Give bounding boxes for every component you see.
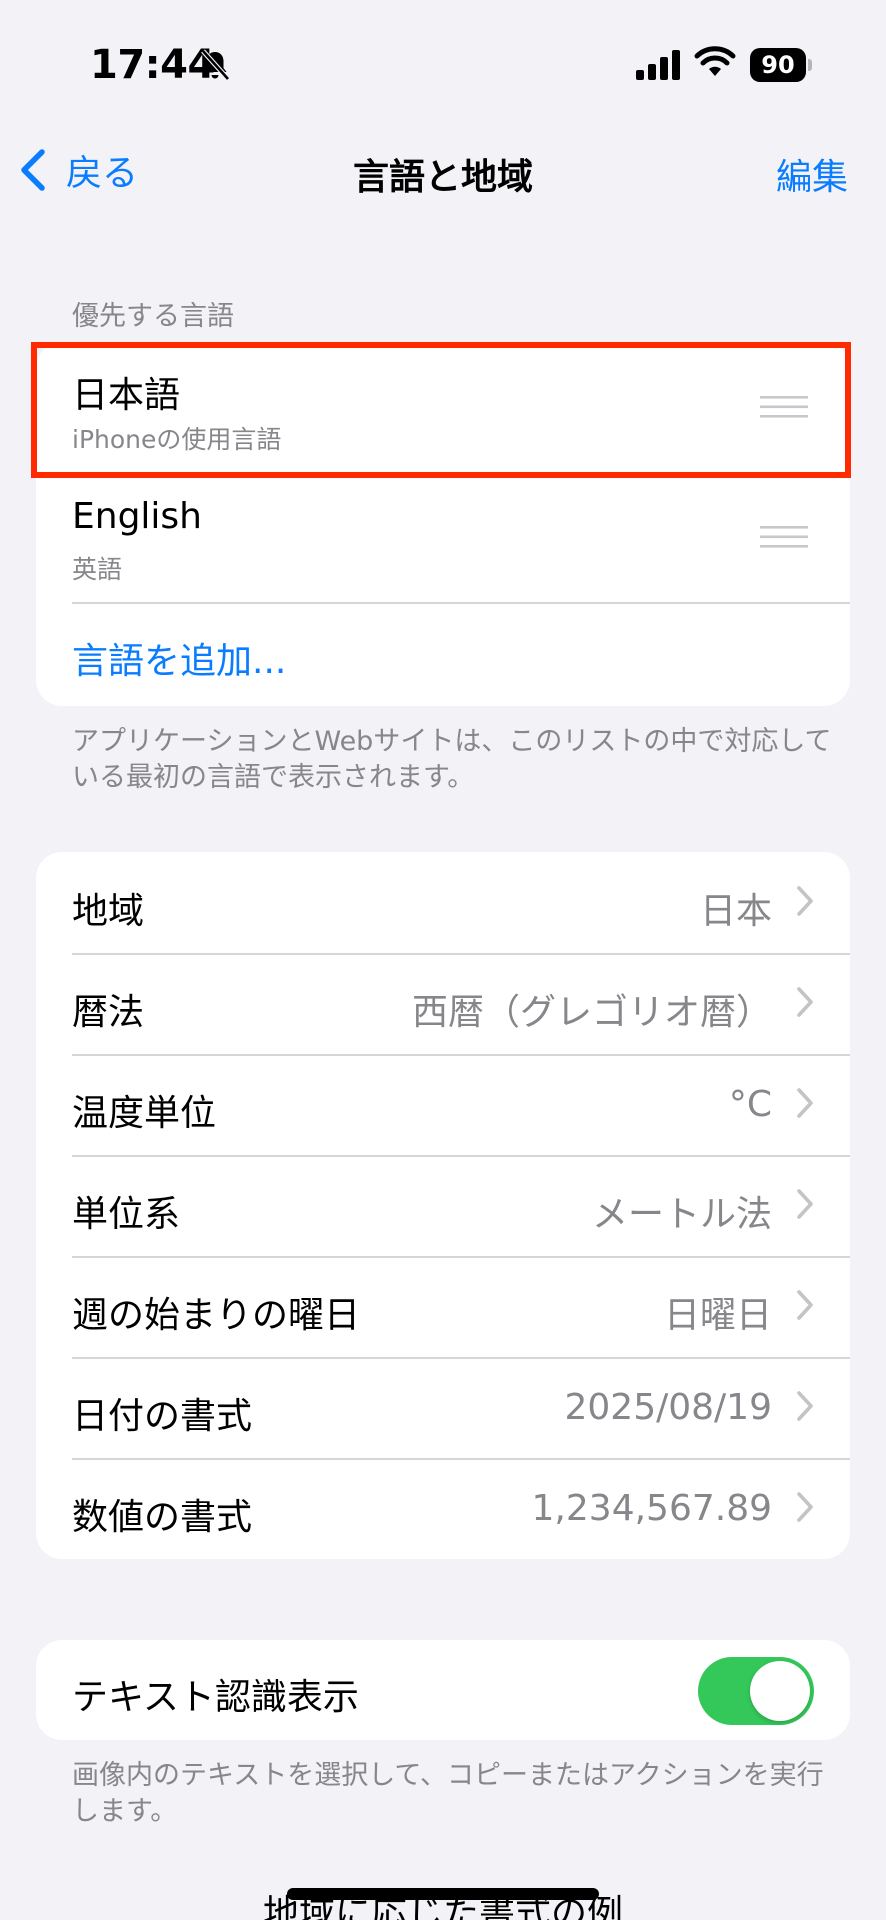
setting-value: 日本 [699,891,772,932]
cellular-signal-icon [636,50,680,80]
setting-value: 2025/08/19 [564,1387,773,1428]
chevron-right-icon [797,1189,813,1219]
language-subtitle: 英語 [72,555,123,584]
chevron-right-icon [797,1290,813,1320]
language-region-screen: 17:44 90 言語と地域 戻る 編集 優先する言語 日本語 iPhoneの使… [0,0,886,1920]
chevron-right-icon [797,1088,813,1118]
home-indicator [287,1888,599,1900]
status-bar: 17:44 90 [0,0,886,130]
chevron-right-icon [797,987,813,1017]
chevron-right-icon [797,1391,813,1421]
highlight-annotation [31,342,851,478]
live-text-label: テキスト認識表示 [72,1677,359,1718]
battery-level: 90 [750,48,806,82]
settings-row-calendar[interactable]: 暦法 西暦（グレゴリオ暦） [36,953,850,1054]
setting-label: 地域 [72,891,145,932]
settings-row-measurement[interactable]: 単位系 メートル法 [36,1155,850,1256]
battery-indicator: 90 [750,48,812,82]
setting-value: メートル法 [591,1194,772,1235]
chevron-right-icon [797,1492,813,1522]
toggle-knob [750,1661,810,1721]
language-name: English [72,496,202,537]
bell-slash-icon [201,49,230,81]
preferred-languages-header: 優先する言語 [72,301,234,332]
setting-label: 温度単位 [72,1093,217,1134]
live-text-group: テキスト認識表示 [36,1640,850,1740]
add-language-row[interactable]: 言語を追加... [36,602,850,706]
chevron-left-icon [21,149,45,191]
wifi-icon [694,46,736,76]
live-text-row: テキスト認識表示 [36,1640,850,1740]
live-text-footer: 画像内のテキストを選択して、コピーまたはアクションを実行します。 [72,1760,824,1827]
status-time: 17:44 [90,42,215,88]
setting-label: 数値の書式 [72,1497,253,1538]
setting-label: 日付の書式 [72,1396,253,1437]
preferred-languages-footer: アプリケーションとWebサイトは、このリストの中で対応している最初の言語で表示さ… [72,726,832,793]
setting-value: °C [728,1084,772,1125]
setting-label: 暦法 [72,992,145,1033]
live-text-toggle[interactable] [698,1657,814,1725]
setting-value: 日曜日 [663,1295,772,1336]
chevron-right-icon [797,886,813,916]
setting-label: 週の始まりの曜日 [72,1295,361,1336]
edit-button[interactable]: 編集 [776,148,848,200]
battery-tip [808,59,812,71]
back-button[interactable]: 戻る [18,144,138,196]
settings-row-temperature[interactable]: 温度単位 °C [36,1054,850,1155]
drag-handle-icon[interactable] [760,524,808,550]
region-settings-list: 地域 日本 暦法 西暦（グレゴリオ暦） 温度単位 °C 単位系 メートル法 週の… [36,852,850,1559]
add-language-link[interactable]: 言語を追加... [72,632,286,684]
settings-row-date-format[interactable]: 日付の書式 2025/08/19 [36,1357,850,1458]
setting-value: 西暦（グレゴリオ暦） [411,992,772,1033]
navigation-bar: 言語と地域 戻る 編集 [0,130,886,210]
settings-row-first-weekday[interactable]: 週の始まりの曜日 日曜日 [36,1256,850,1357]
settings-row-region[interactable]: 地域 日本 [36,852,850,953]
back-label: 戻る [66,153,139,194]
language-row-english[interactable]: English 英語 [36,472,850,602]
setting-label: 単位系 [72,1194,181,1235]
setting-value: 1,234,567.89 [531,1488,772,1529]
settings-row-number-format[interactable]: 数値の書式 1,234,567.89 [36,1458,850,1559]
